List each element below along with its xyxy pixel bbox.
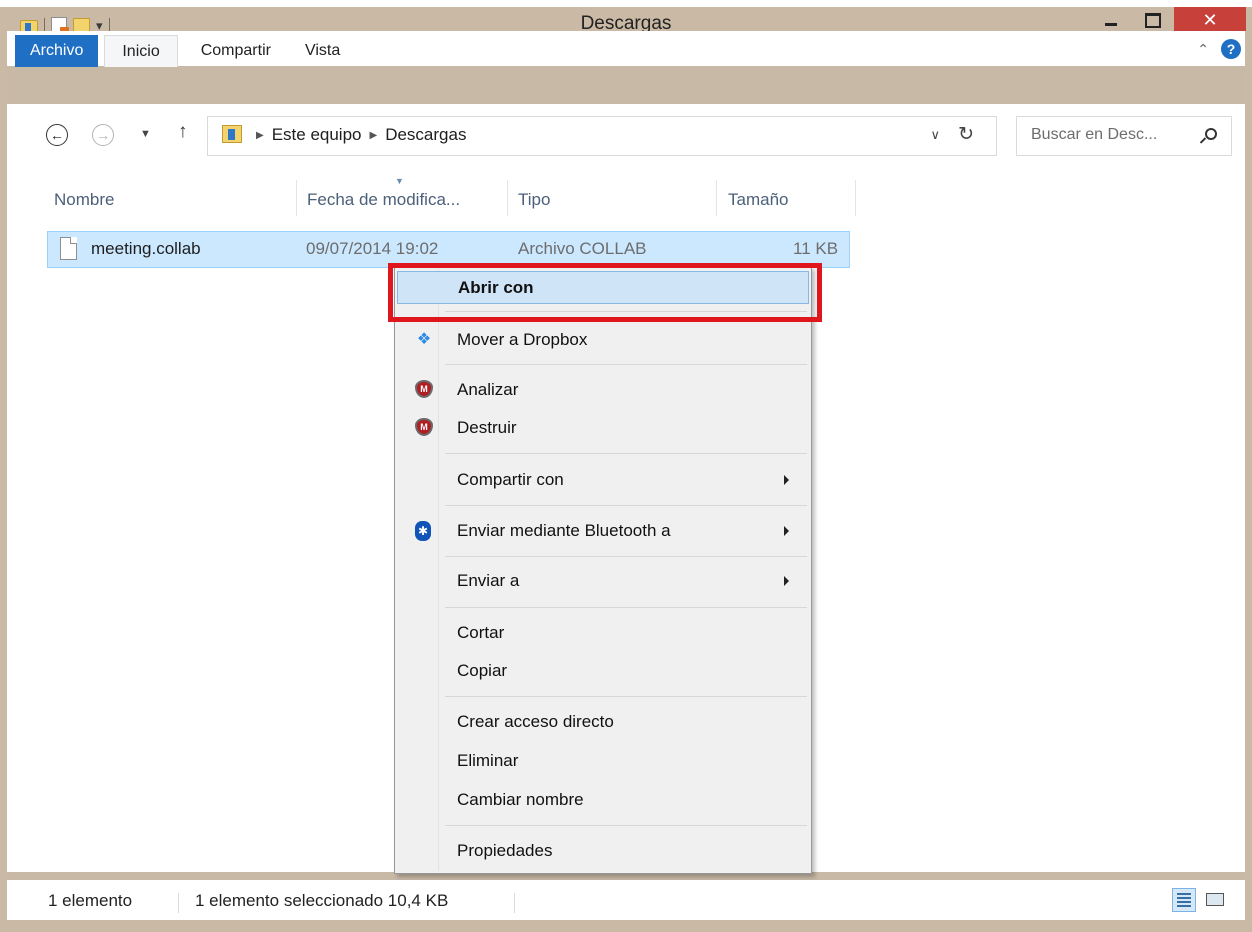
file-name: meeting.collab	[91, 239, 201, 258]
collapse-ribbon-icon[interactable]: ⌃	[1197, 41, 1209, 58]
close-button[interactable]: ✕	[1174, 7, 1246, 34]
menu-item-destruir[interactable]: M Destruir	[397, 412, 809, 445]
search-icon[interactable]	[1205, 128, 1217, 140]
menu-item-crear-acceso-directo[interactable]: Crear acceso directo	[397, 706, 809, 739]
address-bar[interactable]: ▶ Este equipo ▶ Descargas ∨ ↻	[207, 116, 997, 156]
menu-item-label: Propiedades	[457, 841, 553, 860]
menu-item-label: Enviar a	[457, 571, 520, 590]
menu-item-label: Copiar	[457, 661, 508, 680]
window-frame-bottom	[0, 920, 1252, 932]
submenu-arrow-icon	[784, 526, 789, 536]
search-box[interactable]: Buscar en Desc...	[1016, 116, 1232, 156]
menu-item-label: Eliminar	[457, 751, 519, 770]
breadcrumb-descargas[interactable]: Descargas	[385, 125, 466, 145]
column-divider[interactable]	[296, 180, 297, 216]
tab-vista[interactable]: Vista	[288, 35, 357, 67]
menu-item-label: Analizar	[457, 380, 519, 399]
submenu-arrow-icon	[784, 475, 789, 485]
file-date: 09/07/2014 19:02	[306, 239, 439, 258]
back-button[interactable]: ←	[46, 124, 68, 146]
column-divider[interactable]	[716, 180, 717, 216]
menu-item-propiedades[interactable]: Propiedades	[397, 835, 809, 868]
tab-inicio[interactable]: Inicio	[104, 35, 178, 67]
menu-item-label: Mover a Dropbox	[457, 330, 588, 349]
column-header-nombre[interactable]: Nombre	[54, 180, 114, 220]
large-icons-view-icon[interactable]	[1203, 888, 1227, 912]
refresh-icon[interactable]: ↻	[958, 123, 974, 146]
menu-separator	[445, 505, 807, 506]
context-menu: Abrir con ❖ Mover a Dropbox M Analizar M…	[394, 266, 812, 874]
window-frame-left	[0, 31, 7, 932]
menu-item-copiar[interactable]: Copiar	[397, 655, 809, 688]
help-icon[interactable]: ?	[1221, 39, 1241, 59]
recent-locations-icon[interactable]: ▼	[140, 128, 151, 140]
menu-separator	[445, 556, 807, 557]
mcafee-icon: M	[415, 418, 433, 436]
status-selection: 1 elemento seleccionado 10,4 KB	[195, 891, 449, 910]
menu-item-compartir-con[interactable]: Compartir con	[397, 464, 809, 497]
menu-separator	[445, 607, 807, 608]
column-header-tamano[interactable]: Tamaño	[728, 180, 788, 220]
menu-item-eliminar[interactable]: Eliminar	[397, 745, 809, 778]
menu-item-cortar[interactable]: Cortar	[397, 617, 809, 650]
breadcrumb: ▶ Este equipo ▶ Descargas	[256, 125, 466, 145]
column-header-fecha[interactable]: Fecha de modifica...	[307, 180, 460, 220]
bluetooth-icon: ✱	[415, 521, 431, 541]
ribbon-tabs: Archivo Inicio Compartir Vista	[15, 35, 357, 67]
mcafee-icon: M	[415, 380, 433, 398]
menu-item-label: Enviar mediante Bluetooth a	[457, 521, 671, 540]
menu-separator	[445, 453, 807, 454]
menu-item-analizar[interactable]: M Analizar	[397, 374, 809, 407]
file-size: 11 KB	[793, 239, 839, 258]
menu-item-mover-a-dropbox[interactable]: ❖ Mover a Dropbox	[397, 324, 809, 357]
location-folder-icon	[222, 125, 242, 143]
column-divider[interactable]	[855, 180, 856, 216]
file-icon	[60, 237, 77, 260]
ribbon-right-controls: ⌃ ?	[1197, 39, 1241, 59]
dropbox-icon: ❖	[416, 331, 432, 348]
window-frame-right	[1245, 31, 1252, 932]
column-header-tipo[interactable]: Tipo	[518, 180, 550, 220]
chevron-right-icon[interactable]: ▶	[256, 130, 264, 141]
menu-separator	[445, 696, 807, 697]
maximize-button[interactable]	[1132, 7, 1174, 34]
address-history-icon[interactable]: ∨	[930, 127, 940, 143]
status-item-count: 1 elemento	[48, 891, 133, 910]
details-view-icon[interactable]	[1172, 888, 1196, 912]
status-divider	[514, 893, 515, 913]
menu-item-cambiar-nombre[interactable]: Cambiar nombre	[397, 784, 809, 817]
chevron-right-icon[interactable]: ▶	[370, 130, 378, 141]
menu-item-label: Cambiar nombre	[457, 790, 584, 809]
forward-button[interactable]: →	[92, 124, 114, 146]
menu-item-label: Crear acceso directo	[457, 712, 614, 731]
menu-item-enviar-bluetooth[interactable]: ✱ Enviar mediante Bluetooth a	[397, 515, 809, 548]
status-bar: 1 elemento 1 elemento seleccionado 10,4 …	[7, 880, 1245, 920]
minimize-button[interactable]	[1090, 7, 1132, 34]
status-divider	[178, 893, 179, 913]
menu-separator	[445, 825, 807, 826]
tab-archivo[interactable]: Archivo	[15, 35, 99, 67]
submenu-arrow-icon	[784, 576, 789, 586]
menu-item-enviar-a[interactable]: Enviar a	[397, 565, 809, 598]
up-button[interactable]: ↑	[178, 121, 188, 143]
menu-item-label: Cortar	[457, 623, 505, 642]
menu-separator	[445, 364, 807, 365]
menu-item-label: Destruir	[457, 418, 517, 437]
menu-item-label: Compartir con	[457, 470, 564, 489]
file-type: Archivo COLLAB	[518, 239, 647, 258]
search-placeholder: Buscar en Desc...	[1031, 126, 1158, 143]
breadcrumb-este-equipo[interactable]: Este equipo	[272, 125, 362, 145]
ribbon-tab-row: Archivo Inicio Compartir Vista ⌃ ?	[7, 31, 1245, 67]
column-divider[interactable]	[507, 180, 508, 216]
tab-compartir[interactable]: Compartir	[184, 35, 288, 67]
highlight-annotation	[388, 263, 822, 322]
